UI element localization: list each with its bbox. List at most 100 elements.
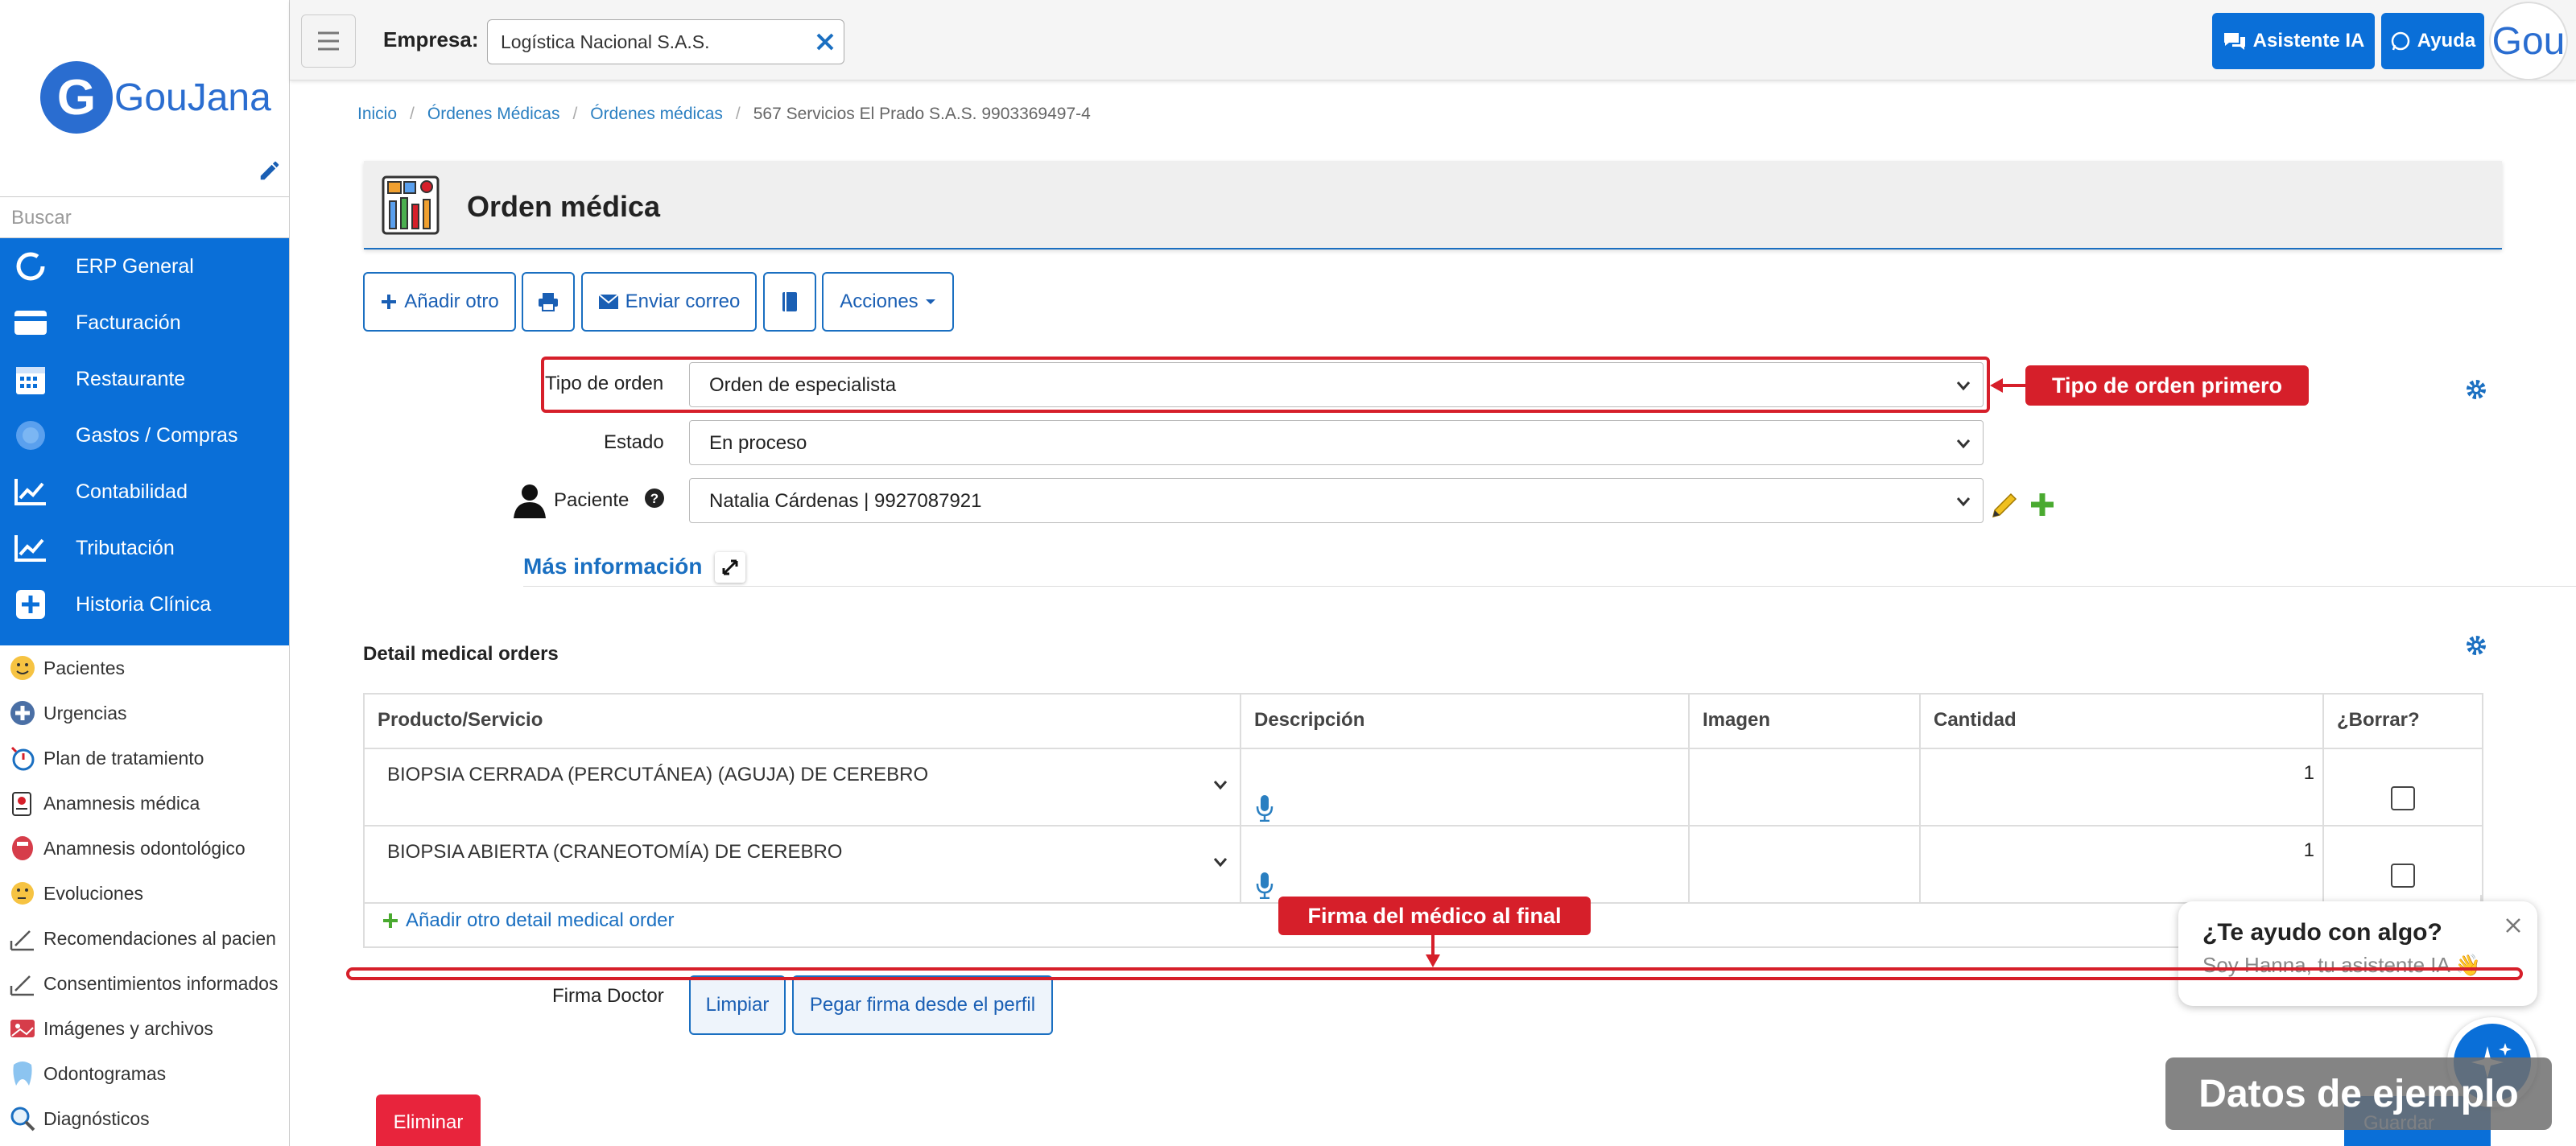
module-facturacion[interactable]: Facturación [0,295,289,351]
tooth-icon [6,1057,39,1090]
estado-label: Estado [604,431,664,453]
breadcrumb-current: 567 Servicios El Prado S.A.S. 9903369497… [753,105,1091,123]
menu-item-pacientes[interactable]: Pacientes [0,645,289,690]
image-cell[interactable] [1688,825,1921,904]
add-detail-order-link[interactable]: Añadir otro detail medical order [382,909,675,932]
breadcrumb-ordenes-medicas-module[interactable]: Órdenes Médicas [427,105,560,123]
menu-item-plan-tratamiento[interactable]: Plan de tratamiento [0,736,289,781]
annotation-highlight-firma [346,967,2523,980]
menu-item-label: Plan de tratamiento [43,747,204,769]
pen-sign-icon [6,967,39,1000]
plus-square-icon [13,587,48,622]
description-cell[interactable] [1240,748,1690,827]
module-tributacion[interactable]: Tributación [0,520,289,576]
product-select[interactable]: BIOPSIA CERRADA (PERCUTÁNEA) (AGUJA) DE … [363,748,1241,827]
menu-item-odontogramas[interactable]: Odontogramas [0,1051,289,1096]
module-gastos-compras[interactable]: Gastos / Compras [0,407,289,464]
estado-select[interactable]: En proceso [689,420,1984,465]
add-detail-order-label: Añadir otro detail medical order [406,909,675,931]
add-another-button[interactable]: Añadir otro [363,272,516,332]
print-button[interactable] [522,272,575,332]
annotation-arrow-icon [1426,935,1440,967]
envelope-icon [597,294,619,309]
send-email-button[interactable]: Enviar correo [581,272,757,332]
logo-mark: G [40,61,113,134]
microphone-icon[interactable] [1256,794,1274,822]
description-cell[interactable] [1240,825,1690,904]
sidebar: G GouJana Buscar ERP General Facturación… [0,0,290,1146]
breadcrumb: Inicio / Órdenes Médicas / Órdenes médicas/5… [357,105,1091,123]
clear-icon[interactable] [813,30,837,54]
menu-item-anamnesis-medica[interactable]: Anamnesis médica [0,781,289,826]
chevron-down-icon [1213,781,1228,790]
actions-label: Acciones [840,291,919,312]
sidebar-search-input[interactable]: Buscar [0,196,289,238]
paciente-select[interactable]: Natalia Cárdenas | 9927087921 [689,478,1984,523]
menu-item-evoluciones[interactable]: Evoluciones [0,871,289,916]
help-button[interactable]: Ayuda [2381,13,2484,69]
estado-value: En proceso [709,432,807,454]
menu-item-consentimientos[interactable]: Consentimientos informados [0,961,289,1006]
menu-item-label: Recomendaciones al pacien [43,927,276,949]
detail-section-title: Detail medical orders [363,643,559,665]
ai-chat-popup[interactable]: ¿Te ayudo con algo? Soy Hanna, tu asiste… [2178,901,2537,1006]
whatsapp-icon [2391,31,2410,51]
menu-item-urgencias[interactable]: Urgencias [0,690,289,736]
book-button[interactable] [763,272,816,332]
menu-item-anamnesis-odontologico[interactable]: Anamnesis odontológico [0,826,289,871]
module-erp-general[interactable]: ERP General [0,238,289,295]
menu-item-label: Consentimientos informados [43,972,279,994]
blur-icon [13,418,48,453]
user-avatar[interactable]: Gou [2489,2,2568,80]
annotation-arrow-icon [1990,378,2025,393]
more-info-toggle[interactable]: Más información [523,554,702,579]
table-header-row: Producto/Servicio Descripción Imagen Can… [363,693,2483,749]
product-select[interactable]: BIOPSIA ABIERTA (CRANEOTOMÍA) DE CEREBRO [363,825,1241,904]
menu-toggle-button[interactable] [301,14,356,68]
help-circle-icon[interactable]: ? [644,488,665,509]
image-cell[interactable] [1688,748,1921,827]
quantity-cell[interactable]: 1 [1919,825,2324,904]
quantity-cell[interactable]: 1 [1919,748,2324,827]
delete-checkbox[interactable] [2391,786,2415,810]
edit-patient-icon[interactable] [1990,491,2019,520]
svg-text:?: ? [650,491,658,506]
breadcrumb-inicio[interactable]: Inicio [357,105,397,123]
gear-icon[interactable] [2465,378,2487,401]
ai-assistant-button[interactable]: Asistente IA [2212,13,2375,69]
clear-signature-button[interactable]: Limpiar [689,975,786,1035]
product-value: BIOPSIA CERRADA (PERCUTÁNEA) (AGUJA) DE … [387,764,929,785]
expand-button[interactable] [715,552,745,583]
actions-dropdown[interactable]: Acciones [822,272,954,332]
delete-button[interactable]: Eliminar [376,1094,481,1146]
close-icon[interactable] [2504,916,2523,935]
delete-checkbox[interactable] [2391,864,2415,888]
menu-item-imagenes[interactable]: Imágenes y archivos [0,1006,289,1051]
annotation-highlight-tipo [541,357,1990,413]
book-icon [782,292,797,311]
print-icon [539,293,558,311]
menu-item-label: Pacientes [43,657,126,678]
menu-item-recomendaciones[interactable]: Recomendaciones al pacien [0,916,289,961]
circle-icon [13,249,48,284]
breadcrumb-ordenes-medicas[interactable]: Órdenes médicas [590,105,723,123]
menu-item-label: Evoluciones [43,882,144,904]
column-header: Descripción [1240,693,1690,749]
app-logo[interactable]: G GouJana [40,61,271,134]
add-patient-icon[interactable] [2029,491,2056,518]
module-label: Historia Clínica [76,592,212,616]
empresa-select[interactable]: Logística Nacional S.A.S. [487,19,844,64]
module-historia-clinica[interactable]: Historia Clínica [0,576,289,633]
submodule-menu: Pacientes Urgencias Plan de tratamiento … [0,645,289,1141]
stopwatch-icon [6,742,39,774]
paste-signature-button[interactable]: Pegar firma desde el perfil [792,975,1053,1035]
plus-icon [382,295,397,309]
top-bar: Empresa: Logística Nacional S.A.S. Asist… [290,0,2576,80]
module-restaurante[interactable]: Restaurante [0,351,289,407]
gear-icon[interactable] [2465,634,2487,657]
menu-item-diagnosticos[interactable]: Diagnósticos [0,1096,289,1141]
chat-popup-title: ¿Te ayudo con algo? [2202,919,2442,946]
edit-pencil-icon[interactable] [258,159,282,183]
chevron-down-icon [1956,439,1971,449]
module-contabilidad[interactable]: Contabilidad [0,464,289,520]
